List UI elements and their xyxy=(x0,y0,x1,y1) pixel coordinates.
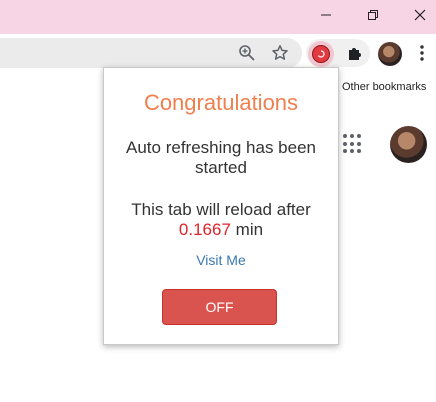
zoom-icon xyxy=(239,45,255,61)
browser-menu-button[interactable] xyxy=(412,42,432,64)
zoom-button[interactable] xyxy=(236,42,258,64)
off-button[interactable]: OFF xyxy=(162,289,277,325)
extensions-button[interactable] xyxy=(344,42,366,64)
status-message: Auto refreshing has been started xyxy=(126,138,316,177)
window-titlebar xyxy=(0,0,436,34)
kebab-menu-icon xyxy=(420,45,424,61)
popup-title: Congratulations xyxy=(143,90,299,115)
profile-avatar[interactable] xyxy=(378,42,402,66)
reload-prefix: This tab will reload after xyxy=(131,200,311,219)
account-avatar[interactable] xyxy=(390,126,427,163)
visit-me-link[interactable]: Visit Me xyxy=(104,252,338,268)
auto-refresh-extension-button[interactable] xyxy=(308,41,334,67)
restore-icon xyxy=(368,10,378,20)
puzzle-piece-icon xyxy=(349,48,361,60)
google-apps-icon[interactable] xyxy=(343,134,363,154)
star-icon xyxy=(272,45,288,60)
reload-interval-unit: min xyxy=(235,220,264,239)
auto-refresh-popup: Congratulations Auto refreshing has been… xyxy=(103,67,339,345)
minimize-icon xyxy=(321,14,331,16)
close-icon xyxy=(414,9,426,21)
minimize-button[interactable] xyxy=(303,0,349,30)
reload-interval-value: 0.1667 xyxy=(178,220,231,239)
close-button[interactable] xyxy=(397,0,436,30)
auto-refresh-extension-icon xyxy=(312,45,330,63)
bookmark-star-button[interactable] xyxy=(269,42,291,64)
reload-message: This tab will reload after 0.1667 min xyxy=(110,200,332,240)
other-bookmarks-link[interactable]: Other bookmarks xyxy=(342,81,426,93)
restore-button[interactable] xyxy=(350,0,396,30)
